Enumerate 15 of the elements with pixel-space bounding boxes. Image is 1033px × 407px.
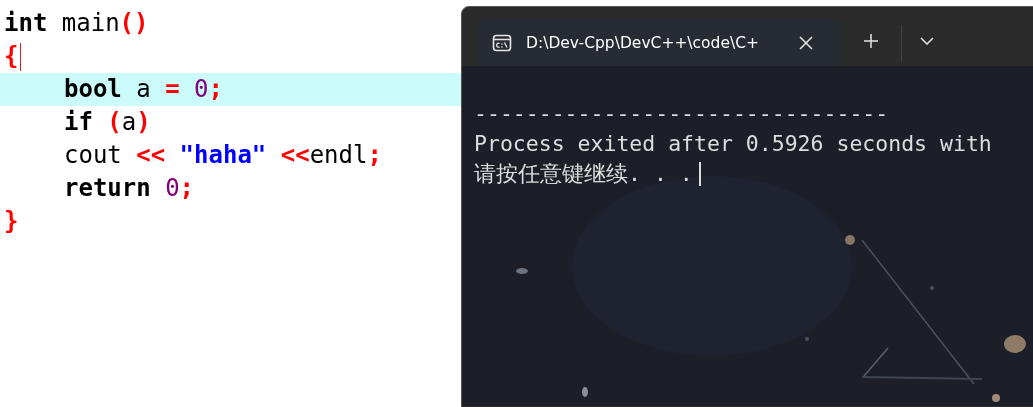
chevron-down-icon[interactable] bbox=[920, 37, 934, 45]
code-line: } bbox=[4, 206, 19, 237]
terminal-tab[interactable]: D:\Dev-Cpp\DevC++\code\C+ bbox=[477, 19, 841, 66]
console-output-line: -------------------------------- bbox=[474, 100, 889, 128]
console-output-line: 请按任意键继续. . . bbox=[474, 160, 693, 188]
code-line: { bbox=[4, 41, 19, 72]
code-line: return 0; bbox=[64, 173, 195, 204]
code-line: bool a = 0; bbox=[64, 74, 223, 105]
console-output-line: Process exited after 0.5926 seconds with bbox=[474, 130, 992, 158]
code-line: cout << "haha" <<endl; bbox=[64, 140, 382, 171]
code-line: if (a) bbox=[64, 107, 151, 138]
new-tab-icon[interactable] bbox=[863, 33, 879, 49]
console-icon bbox=[492, 32, 512, 53]
code-line: int main() bbox=[4, 8, 149, 39]
close-icon[interactable] bbox=[799, 35, 813, 50]
